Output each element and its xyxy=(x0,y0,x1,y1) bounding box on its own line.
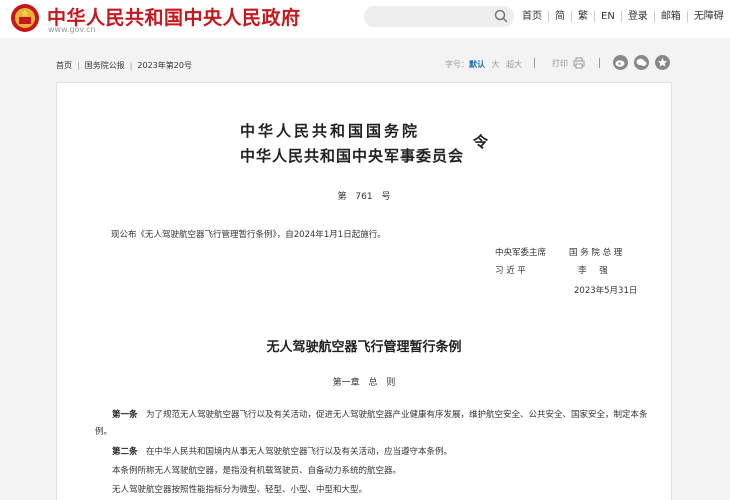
article-text: 为了规范无人驾驶航空器飞行以及有关活动，促进无人驾驶航空器产业健康有序发展，维护… xyxy=(95,410,648,437)
breadcrumb-separator: | xyxy=(129,61,133,70)
print-icon[interactable] xyxy=(573,57,585,69)
font-size-large[interactable]: 大 xyxy=(492,60,500,69)
wechat-icon[interactable] xyxy=(634,55,649,70)
breadcrumb: 首页 | 国务院公报 | 2023年第20号 xyxy=(56,60,192,71)
issuer-military-commission: 中华人民共和国中央军事委员会 xyxy=(240,147,465,165)
divider xyxy=(534,58,535,68)
favorite-icon[interactable] xyxy=(655,55,670,70)
site-header: 中华人民共和国中央人民政府 www.gov.cn 首页 简 繁 EN 登录 邮箱… xyxy=(0,0,730,38)
announcement-text: 现公布《无人驾驶航空器飞行管理暂行条例》，自2024年1月1日起施行。 xyxy=(111,230,386,240)
issuer-state-council: 中华人民共和国国务院 xyxy=(240,122,421,140)
order-word: 令 xyxy=(473,133,489,151)
chapter-heading: 第一章 总 则 xyxy=(332,378,396,388)
regulation-title: 无人驾驶航空器飞行管理暂行条例 xyxy=(266,340,462,355)
article-2: 第二条 在中华人民共和国境内从事无人驾驶航空器飞行以及有关活动，应当遵守本条例。 xyxy=(95,444,655,461)
article-label: 第一条 xyxy=(112,410,138,420)
order-number: 第 761 号 xyxy=(337,192,391,202)
breadcrumb-gazette[interactable]: 国务院公报 xyxy=(85,61,125,70)
search-icon[interactable] xyxy=(494,9,508,23)
national-emblem-icon[interactable] xyxy=(10,3,40,33)
breadcrumb-separator: | xyxy=(77,61,80,70)
site-url: www.gov.cn xyxy=(48,25,96,34)
share-buttons xyxy=(613,55,670,70)
signature-name-cmc: 习 近 平 xyxy=(495,266,526,276)
divider xyxy=(599,58,600,68)
nav-accessibility[interactable]: 无障碍 xyxy=(686,11,730,22)
nav-english[interactable]: EN xyxy=(594,11,621,22)
nav-simplified[interactable]: 简 xyxy=(548,11,571,22)
nav-mail[interactable]: 邮箱 xyxy=(653,11,687,22)
breadcrumb-home[interactable]: 首页 xyxy=(56,61,72,70)
document-date: 2023年5月31日 xyxy=(574,286,638,296)
article-2-paragraph-3: 无人驾驶航空器按照性能指标分为微型、轻型、小型、中型和大型。 xyxy=(112,485,368,495)
document-body: 中华人民共和国国务院 中华人民共和国中央军事委员会 令 第 761 号 现公布《… xyxy=(56,82,672,500)
nav-login[interactable]: 登录 xyxy=(620,11,654,22)
search-input[interactable] xyxy=(364,6,514,27)
font-size-xlarge[interactable]: 超大 xyxy=(506,60,522,69)
article-text: 在中华人民共和国境内从事无人驾驶航空器飞行以及有关活动，应当遵守本条例。 xyxy=(146,447,453,457)
signature-title-cmc: 中央军委主席 xyxy=(495,248,547,258)
top-nav: 首页 简 繁 EN 登录 邮箱 无障碍 xyxy=(522,11,730,22)
toolbar: 打印 xyxy=(534,57,600,69)
font-size-control: 字号：默认 大 超大 xyxy=(445,59,522,70)
breadcrumb-issue[interactable]: 2023年第20号 xyxy=(137,61,192,70)
nav-traditional[interactable]: 繁 xyxy=(571,11,594,22)
article-1: 第一条 为了规范无人驾驶航空器飞行以及有关活动，促进无人驾驶航空器产业健康有序发… xyxy=(95,407,655,441)
signature-name-premier: 李 强 xyxy=(578,266,608,276)
breadcrumb-bar: 首页 | 国务院公报 | 2023年第20号 字号：默认 大 超大 打印 xyxy=(0,46,730,82)
font-size-default[interactable]: 默认 xyxy=(469,60,485,69)
article-2-paragraph-2: 本条例所称无人驾驶航空器，是指没有机载驾驶员、自备动力系统的航空器。 xyxy=(112,466,402,476)
nav-home[interactable]: 首页 xyxy=(522,11,548,22)
article-label: 第二条 xyxy=(112,447,138,457)
weibo-icon[interactable] xyxy=(613,55,628,70)
signature-title-premier: 国 务 院 总 理 xyxy=(569,248,623,258)
font-size-label: 字号： xyxy=(445,60,469,69)
print-label[interactable]: 打印 xyxy=(552,58,568,69)
